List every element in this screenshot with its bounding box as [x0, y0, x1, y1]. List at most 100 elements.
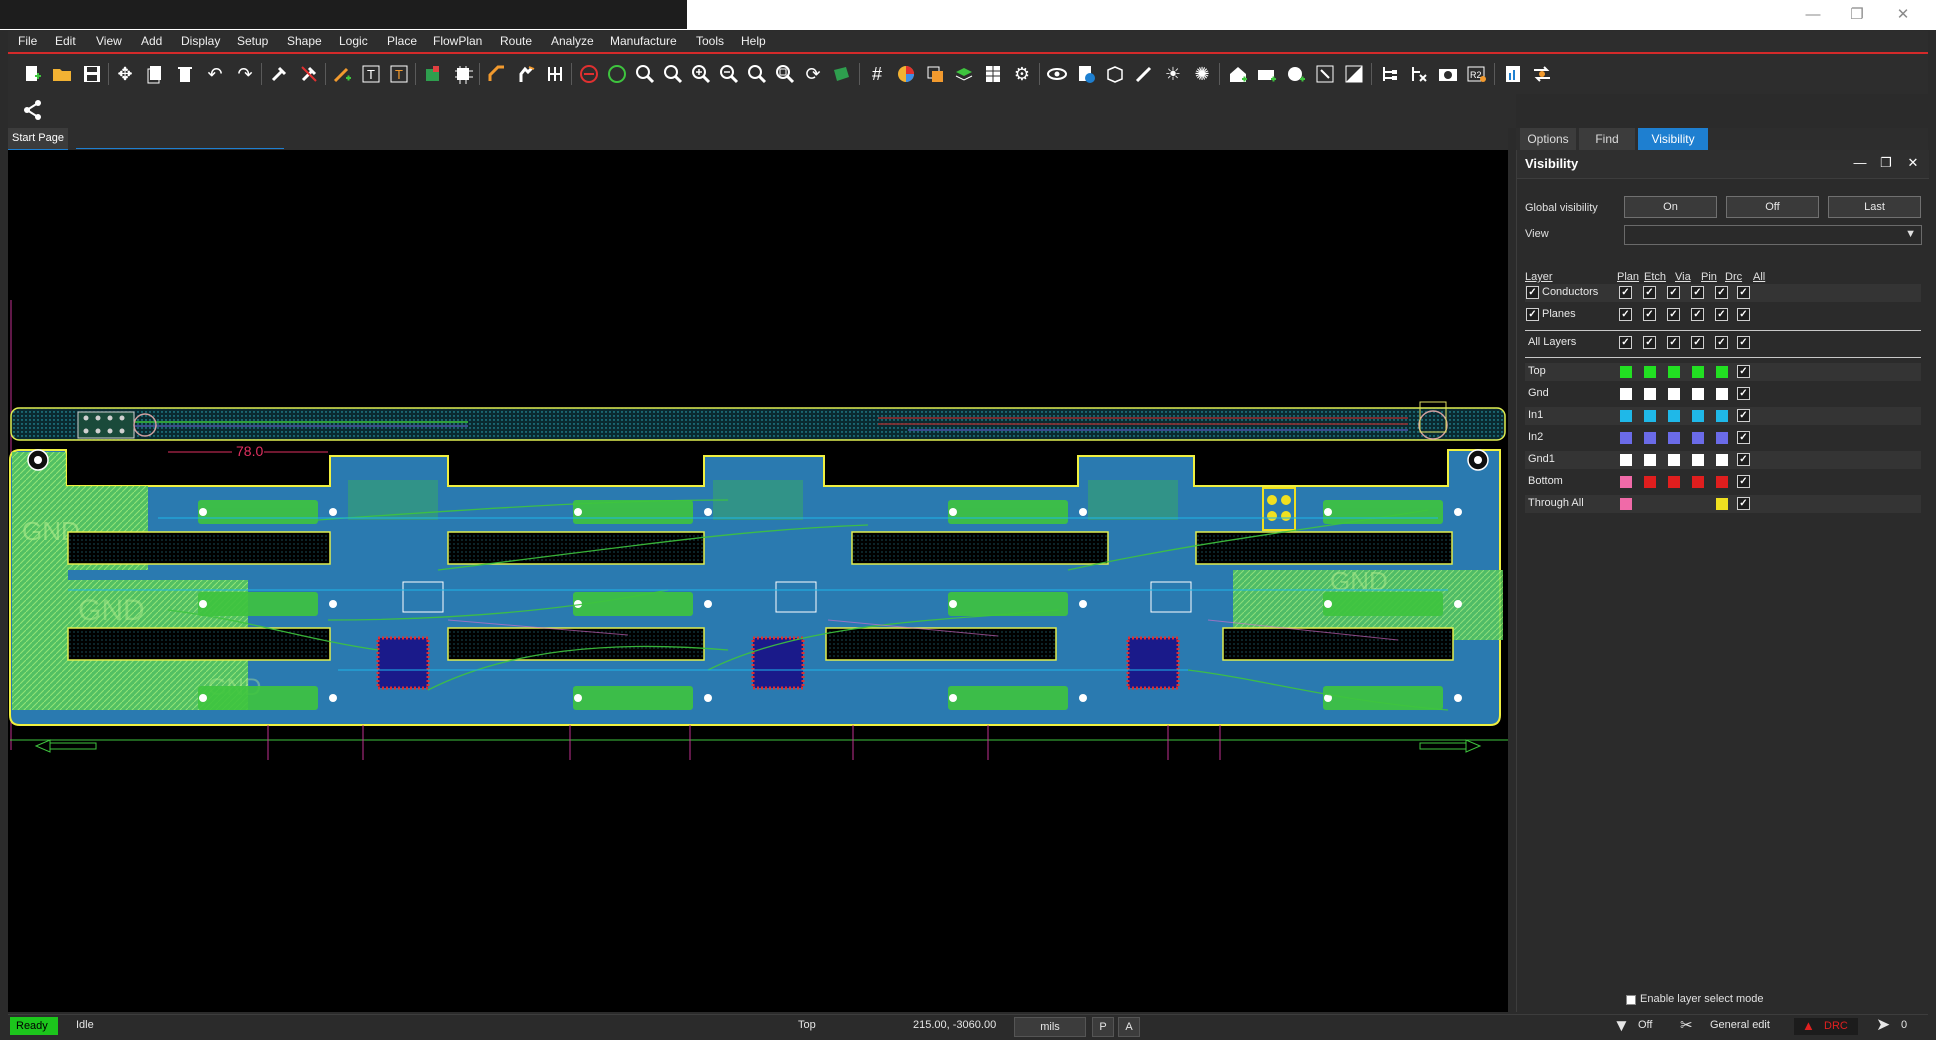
checkbox-pin[interactable]: ✓	[1691, 308, 1704, 321]
board-icon[interactable]	[829, 62, 853, 86]
open-folder-icon[interactable]	[50, 62, 74, 86]
tab-visibility[interactable]: Visibility	[1638, 128, 1708, 150]
drc-icon[interactable]	[605, 62, 629, 86]
checkbox-all[interactable]: ✓	[1737, 387, 1750, 400]
board-slot[interactable]	[447, 531, 705, 565]
menu-setup[interactable]: Setup	[237, 34, 268, 48]
drc-indicator[interactable]: ▲ DRC	[1794, 1018, 1858, 1035]
color-swatch-etch[interactable]	[1644, 388, 1656, 400]
menu-add[interactable]: Add	[141, 34, 162, 48]
new-file-icon[interactable]	[20, 62, 44, 86]
spreadsheet-icon[interactable]	[981, 62, 1005, 86]
edit-text-icon[interactable]: T	[387, 62, 411, 86]
color-swatch-plan[interactable]	[1620, 388, 1632, 400]
checkbox-plan[interactable]: ✓	[1619, 308, 1632, 321]
color-swatch-drc[interactable]	[1716, 498, 1728, 510]
color-swatch-pin[interactable]	[1692, 432, 1704, 444]
menu-place[interactable]: Place	[387, 34, 417, 48]
color-swatch-drc[interactable]	[1716, 454, 1728, 466]
cursor-icon[interactable]: ➤	[1876, 1015, 1890, 1035]
netlist-icon[interactable]	[1378, 62, 1402, 86]
settings-icon[interactable]: ⚙	[1010, 62, 1034, 86]
menu-tools[interactable]: Tools	[696, 34, 724, 48]
panel-float-icon[interactable]: ❐	[1878, 155, 1894, 171]
restore-button[interactable]: ❐	[1842, 4, 1872, 26]
color-swatch-etch[interactable]	[1644, 454, 1656, 466]
zoom-out-icon[interactable]	[633, 62, 657, 86]
menu-display[interactable]: Display	[181, 34, 220, 48]
board-slot[interactable]	[447, 627, 705, 661]
checkbox-plan[interactable]: ✓	[1619, 336, 1632, 349]
checkbox-all[interactable]: ✓	[1737, 497, 1750, 510]
layer-select-mode-checkbox[interactable]	[1626, 995, 1636, 1005]
color-swatch-drc[interactable]	[1716, 410, 1728, 422]
wand-icon[interactable]	[1132, 62, 1156, 86]
refresh-icon[interactable]: ⟳	[801, 62, 825, 86]
board-slot[interactable]	[1222, 627, 1454, 661]
fanout-icon[interactable]	[543, 62, 567, 86]
delete-icon[interactable]	[173, 62, 197, 86]
plane-icon[interactable]	[1284, 62, 1308, 86]
menu-help[interactable]: Help	[741, 34, 766, 48]
a-button[interactable]: A	[1118, 1017, 1140, 1037]
text-icon[interactable]: T	[359, 62, 383, 86]
checkbox-all[interactable]: ✓	[1737, 308, 1750, 321]
pcb-drawing[interactable]: 78.0 GND GND GND GND	[8, 150, 1508, 1012]
zoom-board-icon[interactable]	[745, 62, 769, 86]
color-swatch-pin[interactable]	[1692, 410, 1704, 422]
menu-view[interactable]: View	[96, 34, 122, 48]
menu-logic[interactable]: Logic	[339, 34, 368, 48]
layers-stack-icon[interactable]	[952, 62, 976, 86]
menu-manufacture[interactable]: Manufacture	[610, 34, 677, 48]
color-swatch-via[interactable]	[1668, 476, 1680, 488]
board-slot[interactable]	[825, 627, 1057, 661]
checkbox-pin[interactable]: ✓	[1691, 286, 1704, 299]
checkbox-etch[interactable]: ✓	[1643, 286, 1656, 299]
checkbox-plan[interactable]: ✓	[1619, 286, 1632, 299]
color-swatch-pin[interactable]	[1692, 366, 1704, 378]
color-swatch-via[interactable]	[1668, 454, 1680, 466]
color-swatch-via[interactable]	[1668, 388, 1680, 400]
checkbox-all[interactable]: ✓	[1737, 409, 1750, 422]
visibility-off-button[interactable]: Off	[1726, 196, 1819, 218]
board-slot[interactable]	[67, 531, 331, 565]
checkbox-via[interactable]: ✓	[1667, 286, 1680, 299]
color-swatch-drc[interactable]	[1716, 476, 1728, 488]
checkbox-all[interactable]: ✓	[1737, 431, 1750, 444]
color-swatch-plan[interactable]	[1620, 476, 1632, 488]
color-swatch-etch[interactable]	[1644, 432, 1656, 444]
checkbox-drc[interactable]: ✓	[1715, 336, 1728, 349]
sun-icon[interactable]: ☀	[1161, 62, 1185, 86]
board-slot[interactable]	[1195, 531, 1453, 565]
color-swatch-drc[interactable]	[1716, 432, 1728, 444]
tab-start-page[interactable]: Start Page	[8, 128, 68, 151]
checkbox-via[interactable]: ✓	[1667, 336, 1680, 349]
color-swatch-pin[interactable]	[1692, 454, 1704, 466]
color-swatch-via[interactable]	[1668, 366, 1680, 378]
add-trace-icon[interactable]	[330, 62, 354, 86]
3d-icon[interactable]	[1103, 62, 1127, 86]
checkbox-all[interactable]: ✓	[1737, 286, 1750, 299]
color-swatch-drc[interactable]	[1716, 388, 1728, 400]
checkbox-all[interactable]: ✓	[1737, 336, 1750, 349]
p-button[interactable]: P	[1092, 1017, 1114, 1037]
units-box[interactable]: mils	[1014, 1017, 1086, 1037]
route-icon[interactable]	[485, 62, 509, 86]
color-swatch-drc[interactable]	[1716, 366, 1728, 378]
color-swatch-etch[interactable]	[1644, 366, 1656, 378]
undo-icon[interactable]: ↶	[203, 62, 227, 86]
tab-find[interactable]: Find	[1579, 128, 1635, 150]
checkbox-all[interactable]: ✓	[1737, 475, 1750, 488]
close-window-button[interactable]: ✕	[1888, 4, 1918, 26]
zoom-extents-icon[interactable]	[773, 62, 797, 86]
checkbox-drc[interactable]: ✓	[1715, 286, 1728, 299]
tab-options[interactable]: Options	[1520, 128, 1576, 150]
zoom-icon[interactable]	[661, 62, 685, 86]
checkbox-drc[interactable]: ✓	[1715, 308, 1728, 321]
menu-analyze[interactable]: Analyze	[551, 34, 594, 48]
panel-minimize-icon[interactable]: —	[1852, 155, 1868, 171]
menu-shape[interactable]: Shape	[287, 34, 322, 48]
move-icon[interactable]: ✥	[113, 62, 137, 86]
copy-icon[interactable]	[143, 62, 167, 86]
color-swatch-plan[interactable]	[1620, 432, 1632, 444]
